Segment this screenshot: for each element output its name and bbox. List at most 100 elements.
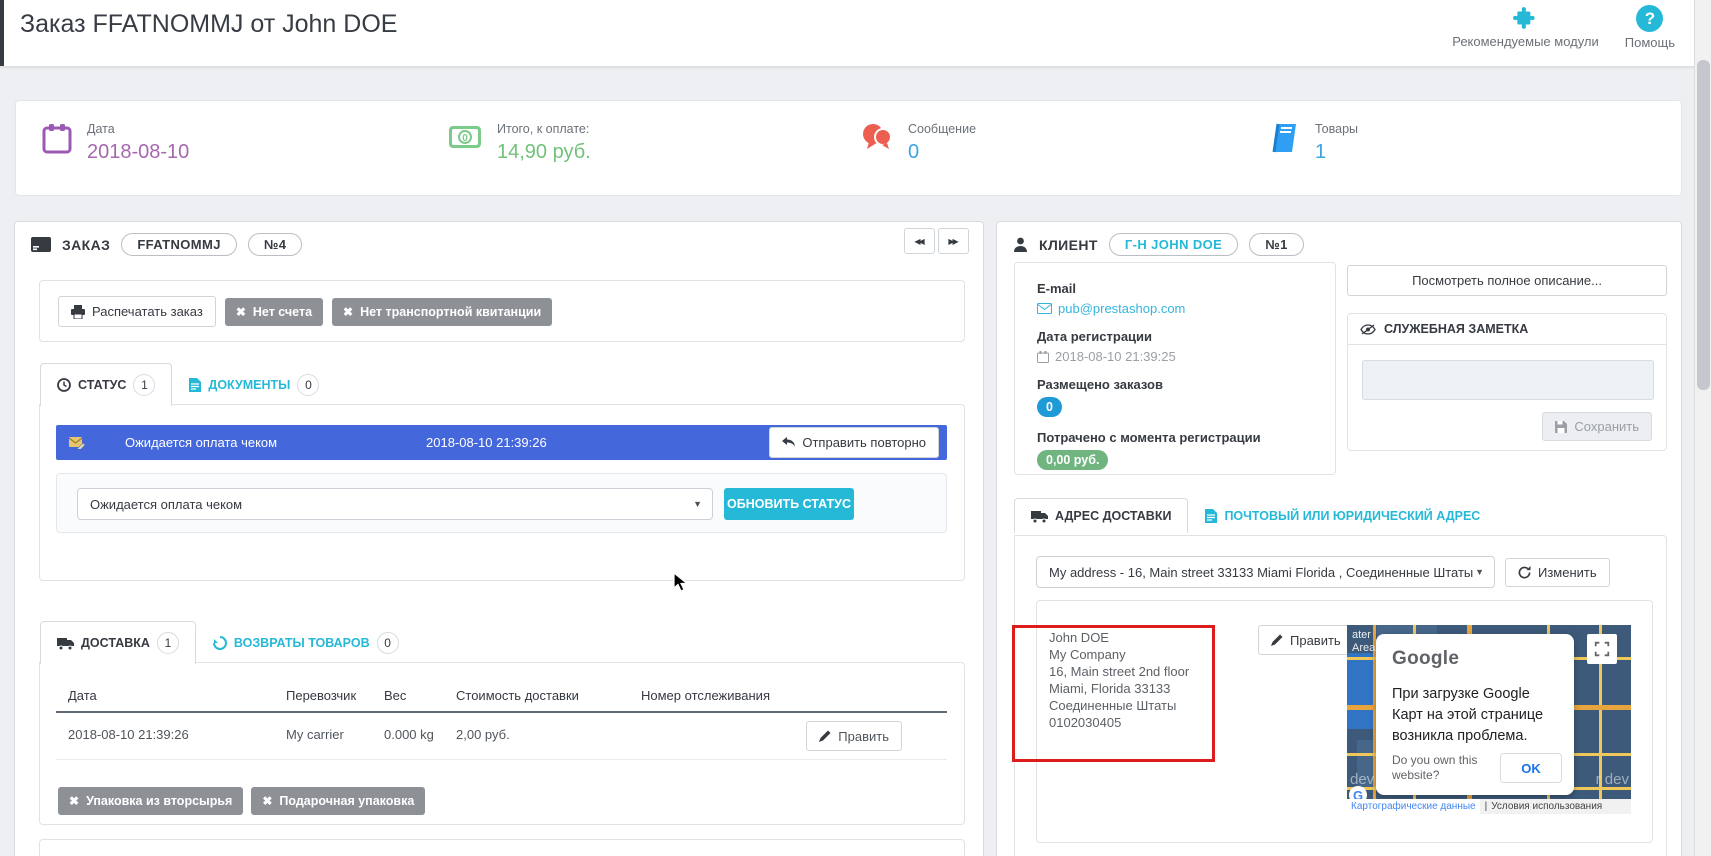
order-status-select[interactable]: Ожидается оплата чеком ▼ (77, 488, 713, 520)
print-order-button[interactable]: Распечатать заказ (58, 296, 216, 327)
tab-invoice-address[interactable]: ПОЧТОВЫЙ ИЛИ ЮРИДИЧЕСКИЙ АДРЕС (1188, 498, 1497, 533)
ok-button[interactable]: OK (1500, 753, 1562, 783)
kpi-label: Сообщение (908, 122, 977, 136)
gift-wrapping-chip: ✖ Подарочная упаковка (251, 787, 426, 815)
save-note-button[interactable]: Сохранить (1542, 412, 1652, 441)
column-header: Вес (384, 688, 407, 703)
document-icon (189, 378, 202, 392)
status-update-box: Ожидается оплата чеком ▼ ОБНОВИТЬ СТАТУС (56, 473, 947, 533)
calendar-icon (42, 122, 72, 154)
kpi-label: Дата (87, 122, 115, 136)
next-section-box (39, 839, 965, 856)
shipping-tab-content: Дата Перевозчик Вес Стоимость доставки Н… (39, 662, 965, 825)
terms-link[interactable]: Условия использования (1491, 801, 1602, 812)
save-icon (1555, 420, 1568, 433)
annotation-rectangle (1012, 625, 1215, 762)
email-label: E-mail (1037, 281, 1077, 296)
page-scrollbar[interactable] (1694, 0, 1711, 856)
kpi-products: Товары 1 (1272, 122, 1358, 164)
tab-shipping[interactable]: ДОСТАВКА 1 (40, 621, 196, 664)
help-button[interactable]: ? Помощь (1625, 5, 1675, 50)
eye-slash-icon (1360, 323, 1376, 335)
kpi-total-due: 0 Итого, к оплате: 14,90 руб. (448, 122, 591, 164)
kpi-value[interactable]: 0 (908, 141, 976, 164)
top-header-bar: Заказ FFATNOMMJ от John DOE Рекомендуемы… (0, 0, 1711, 66)
order-actions-box: Распечатать заказ ✖ Нет счета ✖ Нет трансп… (39, 280, 965, 342)
help-label: Помощь (1624, 35, 1675, 50)
double-arrow-right-icon: ▶▶ (948, 236, 958, 246)
mouse-cursor (673, 572, 689, 592)
order-status-row: Ожидается оплата чеком 2018-08-10 21:39:… (56, 425, 947, 460)
private-note-input[interactable] (1362, 360, 1654, 400)
kpi-value[interactable]: 1 (1315, 141, 1358, 164)
shipping-count-badge: 1 (156, 632, 179, 654)
pencil-icon (1271, 634, 1283, 646)
customer-email-link[interactable]: pub@prestashop.com (1058, 301, 1185, 316)
order-panel-title: ЗАКАЗ (62, 236, 111, 253)
scrollbar-thumb[interactable] (1697, 60, 1710, 390)
previous-order-button[interactable]: ◀◀ (904, 228, 935, 254)
tab-status[interactable]: СТАТУС 1 (40, 363, 173, 406)
total-spent-badge: 0,00 руб. (1037, 450, 1109, 470)
money-icon: 0 (448, 122, 482, 152)
clock-icon (57, 378, 71, 392)
shipping-date: 2018-08-10 21:39:26 (68, 727, 189, 742)
update-status-button[interactable]: ОБНОВИТЬ СТАТУС (724, 488, 854, 520)
registration-date: 2018-08-10 21:39:25 (1055, 349, 1176, 364)
order-reference-pill: FFATNOMMJ (121, 233, 237, 256)
calendar-small-icon (1037, 350, 1049, 363)
orders-count-badge: 0 (1037, 397, 1062, 417)
own-website-text: Do you own this website? (1392, 753, 1478, 782)
resend-email-button[interactable]: Отправить повторно (769, 427, 939, 458)
registration-label: Дата регистрации (1037, 329, 1153, 344)
reply-arrow-icon (782, 437, 796, 448)
private-note-label: СЛУЖЕБНАЯ ЗАМЕТКА (1384, 322, 1529, 336)
map-fullscreen-button[interactable] (1587, 634, 1617, 664)
divider: | (1484, 801, 1488, 812)
recommended-modules-button[interactable]: Рекомендуемые модули (1452, 5, 1599, 50)
person-icon (1013, 237, 1028, 252)
recycled-packaging-chip: ✖ Упаковка из вторсырья (58, 787, 244, 815)
google-logo: Google (1392, 648, 1460, 669)
order-panel: ЗАКАЗ FFATNOMMJ №4 ◀◀ ▶▶ Распечатать зак… (14, 221, 984, 856)
orders-placed-label: Размещено заказов (1037, 377, 1163, 392)
private-note-box: СЛУЖЕБНАЯ ЗАМЕТКА Сохранить (1347, 313, 1667, 451)
map-data-link[interactable]: Картографические данные (1347, 799, 1480, 814)
shipping-table-header: Дата Перевозчик Вес Стоимость доставки Н… (56, 681, 947, 713)
tab-shipping-address[interactable]: АДРЕС ДОСТАВКИ (1014, 498, 1189, 533)
google-map[interactable]: ater Area dev r dev Google При загрузке … (1347, 625, 1631, 814)
column-header: Номер отслеживания (641, 688, 770, 703)
column-header: Перевозчик (286, 688, 357, 703)
caret-down-icon: ▼ (1475, 567, 1484, 577)
close-icon: ✖ (343, 304, 354, 319)
address-display-box: John DOE My Company 16, Main street 2nd … (1012, 600, 1653, 843)
map-error-message: При загрузке Google Карт на этой страниц… (1392, 686, 1544, 744)
truck-icon (57, 637, 74, 650)
view-full-profile-button[interactable]: Посмотреть полное описание... (1347, 265, 1667, 296)
pencil-icon (819, 730, 831, 742)
edit-shipping-button[interactable]: Править (806, 721, 902, 751)
column-header: Дата (68, 688, 97, 703)
edit-address-button[interactable]: Править (1258, 625, 1354, 655)
returns-count-badge: 0 (376, 632, 399, 654)
kpi-label: Товары (1315, 122, 1358, 136)
returns-icon (212, 636, 227, 650)
status-tab-content: Ожидается оплата чеком 2018-08-10 21:39:… (39, 404, 965, 581)
next-order-button[interactable]: ▶▶ (938, 228, 969, 254)
fullscreen-icon (1594, 641, 1610, 657)
chat-icon (861, 122, 893, 152)
total-spent-label: Потрачено с момента регистрации (1037, 430, 1261, 445)
address-select[interactable]: My address - 16, Main street 33133 Miami… (1036, 556, 1495, 588)
kpi-value: 14,90 руб. (497, 141, 591, 163)
page-title: Заказ FFATNOMMJ от John DOE (20, 10, 398, 38)
tab-returns[interactable]: ВОЗВРАТЫ ТОВАРОВ 0 (196, 621, 416, 664)
documents-count-badge: 0 (297, 374, 320, 396)
status-mail-icon (69, 436, 85, 449)
refresh-icon (1518, 566, 1531, 579)
change-address-button[interactable]: Изменить (1505, 558, 1610, 587)
shipping-weight: 0.000 kg (384, 727, 434, 742)
customer-name-pill[interactable]: Г-Н JOHN DOE (1108, 233, 1239, 256)
truck-icon (1031, 510, 1048, 523)
order-detail-page: Заказ FFATNOMMJ от John DOE Рекомендуемы… (0, 0, 1711, 856)
tab-documents[interactable]: ДОКУМЕНТЫ 0 (172, 363, 336, 406)
